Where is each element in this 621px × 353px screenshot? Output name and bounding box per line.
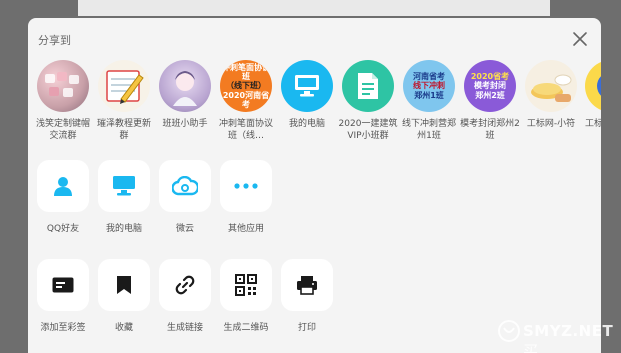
contact-item[interactable]: 工标网-小符 (520, 60, 582, 142)
link-tile (159, 259, 211, 311)
contact-item[interactable]: 班班小助手 (154, 60, 216, 142)
share-sheet: 分享到 浅笑定制键帽交流群 璀泽教程更新群 班班小助手 冲刺笔面协议班 （线下班）… (28, 18, 601, 353)
weiyun-tile (159, 160, 211, 212)
sticky-note-icon (52, 277, 74, 293)
favorite-label: 收藏 (114, 323, 133, 333)
share-qq-friend[interactable]: QQ好友 (31, 160, 95, 234)
printer-icon (297, 276, 317, 295)
qr-code-icon (235, 274, 257, 296)
generate-link-button[interactable]: 生成链接 (153, 259, 217, 333)
contact-item[interactable]: 2020一建建筑VIP小班群 (337, 60, 399, 142)
contact-item[interactable]: 浅笑定制键帽交流群 (32, 60, 94, 142)
contact-label: 工标网-小符 (526, 119, 576, 129)
qr-tile (220, 259, 272, 311)
contact-item[interactable]: 工标 (581, 60, 601, 142)
generate-link-label: 生成链接 (166, 323, 203, 333)
share-title: 分享到 (38, 34, 71, 47)
favorite-button[interactable]: 收藏 (92, 259, 156, 333)
print-tile (281, 259, 333, 311)
contact-label: 我的电脑 (288, 119, 325, 129)
contact-label: 工标 (585, 119, 601, 129)
qq-friend-label: QQ好友 (46, 224, 80, 234)
contact-item[interactable]: 冲刺笔面协议班 （线下班） 2020河南省考 冲刺笔面协议班（线… (215, 60, 277, 142)
other-apps-label: 其他应用 (227, 224, 264, 234)
favorite-tile (98, 259, 150, 311)
contact-avatar: 冲刺笔面协议班 （线下班） 2020河南省考 (220, 60, 272, 112)
contact-avatar (159, 60, 211, 112)
close-icon[interactable] (572, 31, 588, 47)
contact-avatar (585, 60, 601, 112)
cloud-icon (172, 176, 198, 196)
my-computer-tile (98, 160, 150, 212)
qq-friend-icon (54, 177, 72, 196)
contact-label: 冲刺笔面协议班（线… (218, 119, 273, 141)
contact-label: 线下冲刺营郑州1班 (401, 119, 456, 141)
bookmark-icon (117, 276, 131, 294)
document-icon (342, 60, 394, 112)
contact-avatar (37, 60, 89, 112)
share-other-apps[interactable]: 其他应用 (214, 160, 278, 234)
generate-qr-label: 生成二维码 (223, 323, 269, 333)
contact-avatar: 2020省考 模考封闭 郑州2班 (464, 60, 516, 112)
qq-friend-tile (37, 160, 89, 212)
watermark-text: SMYZ.NET买 (523, 322, 614, 353)
contact-label: 2020一建建筑VIP小班群 (338, 119, 398, 141)
contact-avatar: 河南省考 线下冲刺 郑州1班 (403, 60, 455, 112)
print-button[interactable]: 打印 (275, 259, 339, 333)
more-icon (234, 183, 258, 189)
contact-label: 璀泽教程更新群 (96, 119, 151, 141)
share-weiyun[interactable]: 微云 (153, 160, 217, 234)
contact-avatar (98, 60, 150, 112)
contact-item[interactable]: 2020省考 模考封闭 郑州2班 模考封闭郑州2班 (459, 60, 521, 142)
contact-label: 浅笑定制键帽交流群 (35, 119, 90, 141)
contact-label: 班班小助手 (162, 119, 208, 129)
share-my-computer[interactable]: 我的电脑 (92, 160, 156, 234)
link-icon (175, 275, 195, 295)
my-computer-label: 我的电脑 (105, 224, 142, 234)
add-to-sticky[interactable]: 添加至彩签 (31, 259, 95, 333)
contact-item[interactable]: 我的电脑 (276, 60, 338, 142)
sticky-tile (37, 259, 89, 311)
weiyun-label: 微云 (175, 224, 194, 234)
background-page (78, 0, 550, 16)
watermark-logo-icon (498, 320, 520, 342)
contact-label: 模考封闭郑州2班 (460, 119, 520, 141)
contact-item[interactable]: 河南省考 线下冲刺 郑州1班 线下冲刺营郑州1班 (398, 60, 460, 142)
sticky-label: 添加至彩签 (40, 323, 86, 333)
contact-item[interactable]: 璀泽教程更新群 (93, 60, 155, 142)
print-label: 打印 (297, 323, 316, 333)
computer-icon (281, 60, 333, 112)
computer-icon (113, 176, 135, 196)
contact-avatar (525, 60, 577, 112)
generate-qr-button[interactable]: 生成二维码 (214, 259, 278, 333)
other-apps-tile (220, 160, 272, 212)
